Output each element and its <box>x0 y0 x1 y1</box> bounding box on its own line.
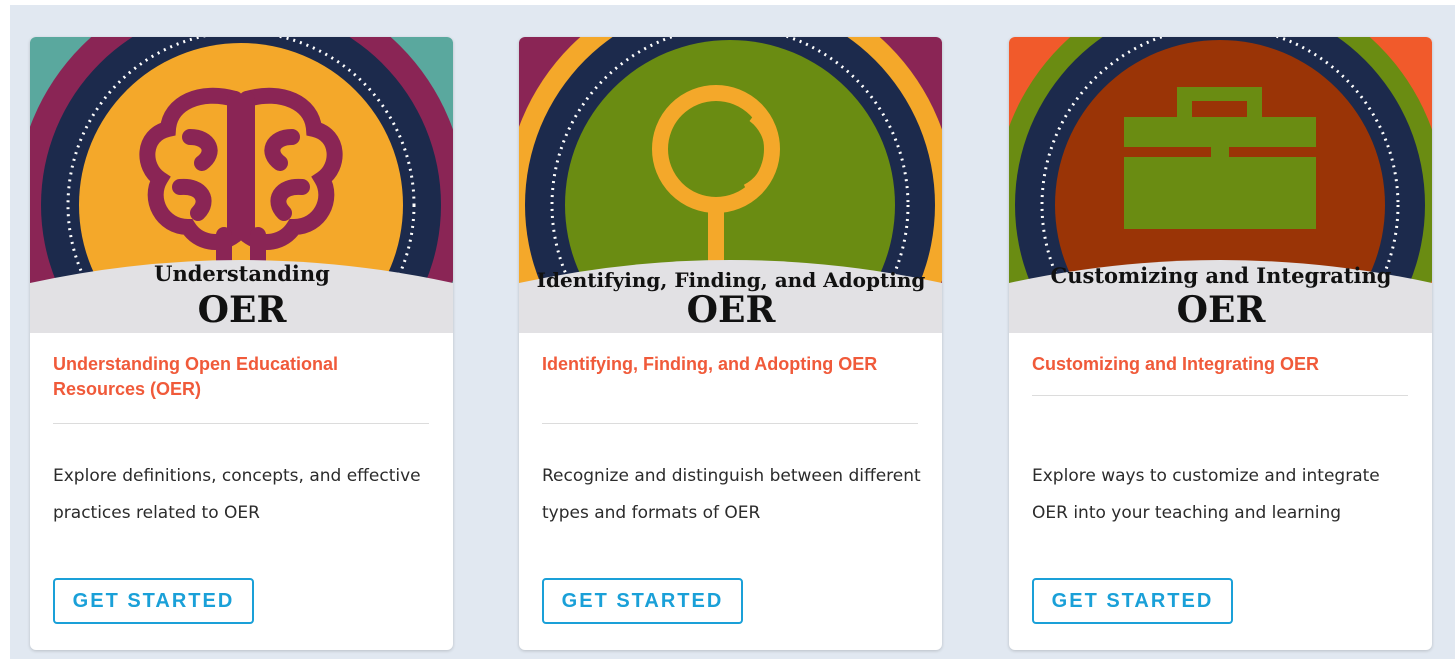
banner-understanding-oer: Understanding OER <box>30 37 453 333</box>
banner-line2: OER <box>687 289 777 331</box>
get-started-button[interactable]: GET STARTED <box>542 578 743 624</box>
card-title[interactable]: Customizing and Integrating OER <box>1032 352 1407 377</box>
course-card-identifying-finding-adopting-oer: Identifying, Finding, and Adopting OER I… <box>519 37 942 650</box>
banner-identifying-finding-adopting-oer: Identifying, Finding, and Adopting OER <box>519 37 942 333</box>
banner-line1: Customizing and Integrating <box>1051 263 1392 288</box>
card-description: Explore definitions, concepts, and effec… <box>53 466 421 523</box>
card-description: Recognize and distinguish between differ… <box>542 466 921 523</box>
card-title[interactable]: Understanding Open Educational Resources… <box>53 352 428 402</box>
course-card-understanding-oer: Understanding OER Understanding Open Edu… <box>30 37 453 650</box>
title-divider <box>1032 395 1408 396</box>
course-cards-panel: Understanding OER Understanding Open Edu… <box>10 5 1455 659</box>
course-card-customizing-integrating-oer: Customizing and Integrating OER Customiz… <box>1009 37 1432 650</box>
get-started-button[interactable]: GET STARTED <box>1032 578 1233 624</box>
title-divider <box>542 423 918 424</box>
get-started-button[interactable]: GET STARTED <box>53 578 254 624</box>
title-divider <box>53 423 429 424</box>
banner-line2: OER <box>198 289 288 331</box>
card-title[interactable]: Identifying, Finding, and Adopting OER <box>542 352 917 377</box>
card-description: Explore ways to customize and integrate … <box>1032 466 1380 523</box>
banner-line1: Understanding <box>154 261 330 286</box>
banner-line2: OER <box>1177 289 1267 331</box>
banner-customizing-integrating-oer: Customizing and Integrating OER <box>1009 37 1432 333</box>
